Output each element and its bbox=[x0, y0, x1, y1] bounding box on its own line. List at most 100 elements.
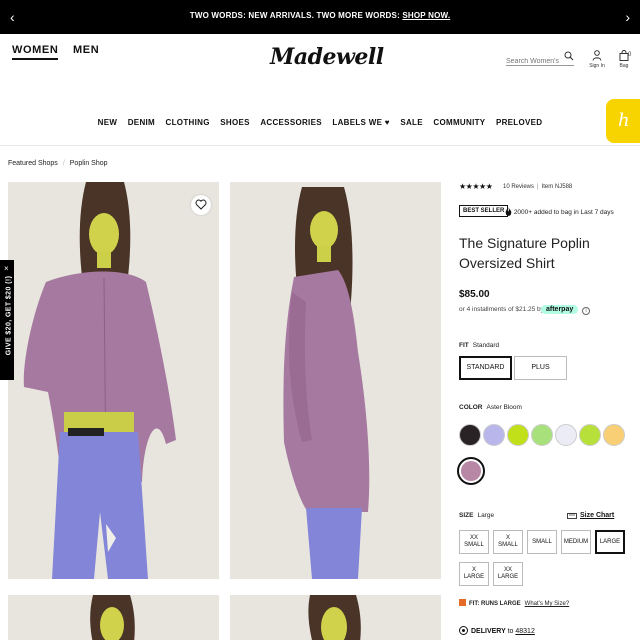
added-text: 2000+ added to bag in Last 7 days bbox=[513, 209, 614, 216]
delivery-to: to bbox=[507, 628, 514, 635]
product-price: $85.00 bbox=[459, 289, 490, 300]
search-box[interactable] bbox=[506, 50, 574, 66]
color-swatch[interactable] bbox=[507, 424, 529, 446]
size-button-label: XX SMALL bbox=[464, 535, 484, 548]
product-image-front[interactable] bbox=[8, 182, 219, 579]
color-swatch[interactable] bbox=[579, 424, 601, 446]
ruler-icon bbox=[567, 513, 577, 519]
color-swatch[interactable] bbox=[531, 424, 553, 446]
fit-label: FIT Standard bbox=[459, 342, 499, 349]
honey-extension-button[interactable]: h bbox=[606, 99, 640, 143]
size-button[interactable]: X LARGE bbox=[459, 562, 489, 586]
men-tab[interactable]: MEN bbox=[73, 44, 99, 56]
model-illustration-side bbox=[230, 182, 441, 579]
fit-note-text: FIT: RUNS LARGE bbox=[469, 601, 521, 607]
added-to-bag-note: 2000+ added to bag in Last 7 days bbox=[505, 207, 614, 216]
color-swatch[interactable] bbox=[459, 424, 481, 446]
fire-icon bbox=[505, 207, 512, 216]
size-button-label: XX LARGE bbox=[497, 567, 519, 580]
fit-note: FIT: RUNS LARGE What's My Size? bbox=[459, 599, 569, 607]
nav-accessories[interactable]: ACCESSORIES bbox=[260, 118, 322, 127]
fit-standard-button[interactable]: STANDARD bbox=[459, 356, 512, 380]
women-tab[interactable]: WOMEN bbox=[12, 44, 59, 60]
model-illustration-back bbox=[8, 595, 219, 640]
user-icon bbox=[592, 50, 602, 61]
size-button-label: X LARGE bbox=[463, 567, 485, 580]
nav-denim[interactable]: DENIM bbox=[128, 118, 155, 127]
honey-icon: h bbox=[618, 110, 630, 131]
nav-clothing[interactable]: CLOTHING bbox=[166, 118, 210, 127]
nav-community[interactable]: COMMUNITY bbox=[433, 118, 485, 127]
product-image-side[interactable] bbox=[230, 182, 441, 579]
product-image-back[interactable] bbox=[8, 595, 219, 640]
color-value: Aster Bloom bbox=[486, 404, 522, 411]
sign-in-button[interactable]: Sign In bbox=[588, 50, 606, 69]
color-swatch[interactable] bbox=[603, 424, 625, 446]
nav-preloved[interactable]: PRELOVED bbox=[496, 118, 542, 127]
review-meta: 10 Reviews | Item NJ588 bbox=[503, 184, 572, 190]
afterpay-logo[interactable]: afterpay bbox=[541, 305, 579, 314]
brand-logo[interactable]: Madewell bbox=[270, 44, 384, 70]
referral-text: GIVE $20, GET $20 (!) bbox=[5, 275, 13, 356]
promo-text: TWO WORDS: NEW ARRIVALS. TWO MORE WORDS: bbox=[189, 11, 403, 20]
whats-my-size-link[interactable]: What's My Size? bbox=[525, 601, 570, 607]
referral-tab[interactable]: × GIVE $20, GET $20 (!) bbox=[0, 260, 14, 380]
nav-new[interactable]: NEW bbox=[98, 118, 118, 127]
breadcrumb-featured-shops[interactable]: Featured Shops bbox=[8, 160, 58, 167]
product-image-detail[interactable] bbox=[230, 595, 441, 640]
promo-message: TWO WORDS: NEW ARRIVALS. TWO MORE WORDS:… bbox=[0, 11, 640, 20]
nav-sale[interactable]: SALE bbox=[400, 118, 423, 127]
size-button[interactable]: LARGE bbox=[595, 530, 625, 554]
size-button-label: X SMALL bbox=[498, 535, 518, 548]
best-seller-badge: BEST SELLER bbox=[459, 205, 509, 217]
item-number: Item NJ588 bbox=[541, 184, 573, 190]
rating-stars[interactable]: ★★★★★ bbox=[459, 182, 493, 191]
bag-button[interactable]: Bag 0 bbox=[616, 50, 632, 69]
bag-label: Bag bbox=[619, 63, 629, 69]
color-label: COLOR Aster Bloom bbox=[459, 404, 522, 411]
fit-plus-button[interactable]: PLUS bbox=[514, 356, 567, 380]
info-icon[interactable]: i bbox=[582, 307, 590, 315]
reviews-link[interactable]: 10 Reviews bbox=[503, 184, 534, 190]
color-swatch-fill bbox=[461, 461, 481, 481]
nav-divider bbox=[0, 145, 640, 146]
size-button-label: LARGE bbox=[599, 538, 621, 545]
delivery-radio[interactable] bbox=[459, 626, 468, 635]
color-swatch[interactable] bbox=[555, 424, 577, 446]
meta-separator: | bbox=[537, 184, 539, 190]
heart-icon bbox=[195, 199, 207, 210]
model-illustration-detail bbox=[230, 595, 441, 640]
size-button[interactable]: MEDIUM bbox=[561, 530, 591, 554]
promo-bar: ‹ TWO WORDS: NEW ARRIVALS. TWO MORE WORD… bbox=[0, 0, 640, 34]
favorite-button[interactable] bbox=[191, 195, 211, 215]
size-button[interactable]: SMALL bbox=[527, 530, 557, 554]
size-button[interactable]: XX LARGE bbox=[493, 562, 523, 586]
size-button-label: SMALL bbox=[532, 538, 552, 545]
color-swatch[interactable] bbox=[457, 457, 485, 485]
search-input[interactable] bbox=[506, 58, 562, 65]
delivery-label: DELIVERY bbox=[471, 628, 506, 635]
delivery-option[interactable]: DELIVERY to 48312 bbox=[459, 626, 535, 635]
shop-now-link[interactable]: SHOP NOW. bbox=[402, 11, 450, 20]
color-heading: COLOR bbox=[459, 404, 483, 411]
model-illustration bbox=[8, 182, 219, 579]
size-value: Large bbox=[477, 512, 495, 519]
installments-text: or 4 installments of $21.25 by bbox=[459, 306, 544, 313]
fit-value: Standard bbox=[472, 342, 500, 349]
size-button[interactable]: XX SMALL bbox=[459, 530, 489, 554]
search-icon[interactable] bbox=[564, 51, 574, 61]
chevron-right-icon[interactable]: › bbox=[625, 9, 630, 25]
ruler-badge-icon bbox=[459, 599, 466, 606]
main-nav: NEW DENIM CLOTHING SHOES ACCESSORIES LAB… bbox=[0, 118, 640, 127]
breadcrumb: Featured Shops / Poplin Shop bbox=[8, 160, 108, 167]
size-heading: SIZE bbox=[459, 512, 474, 519]
color-swatch[interactable] bbox=[483, 424, 505, 446]
nav-labels-we-love[interactable]: LABELS WE ♥ bbox=[332, 118, 389, 127]
size-button[interactable]: X SMALL bbox=[493, 530, 523, 554]
product-title: The Signature Poplin Oversized Shirt bbox=[459, 235, 590, 271]
nav-shoes[interactable]: SHOES bbox=[220, 118, 250, 127]
sign-in-label: Sign In bbox=[589, 63, 605, 69]
breadcrumb-poplin-shop[interactable]: Poplin Shop bbox=[70, 160, 108, 167]
size-chart-link[interactable]: Size Chart bbox=[567, 512, 614, 519]
zip-link[interactable]: 48312 bbox=[515, 628, 534, 635]
